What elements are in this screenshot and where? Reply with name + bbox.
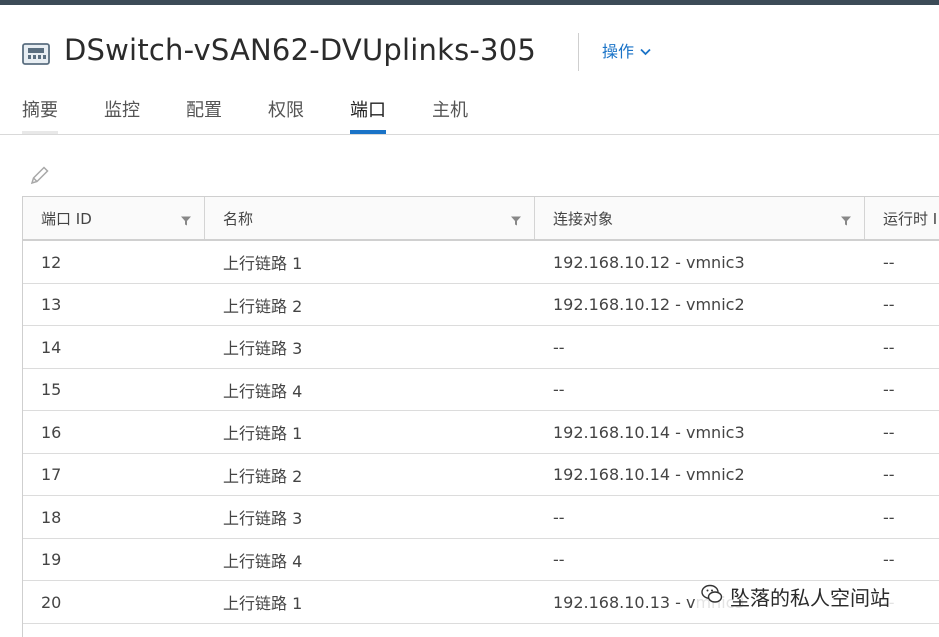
cell-runtime: --	[883, 550, 895, 569]
filter-icon[interactable]	[180, 213, 192, 226]
cell-port-id: 20	[41, 592, 62, 612]
cell-port-id: 13	[41, 295, 62, 314]
cell-connectee: 192.168.10.14 - vmnic2	[553, 465, 745, 484]
cell-runtime: --	[883, 252, 895, 272]
cell-runtime: --	[883, 295, 895, 314]
tab-bar: 摘要 监控 配置 权限 端口 主机	[0, 90, 939, 135]
column-header-connectee[interactable]: 连接对象	[535, 197, 865, 239]
cell-port-id: 19	[41, 550, 62, 569]
table-row[interactable]: 14 上行链路 3 -- --	[23, 326, 939, 369]
cell-name: 上行链路 3	[223, 509, 303, 528]
page-header: DSwitch-vSAN62-DVUplinks-305 操作	[0, 5, 939, 90]
cell-name: 上行链路 1	[223, 424, 303, 443]
cell-runtime: --	[883, 422, 895, 442]
tab-permissions[interactable]: 权限	[268, 96, 304, 134]
cell-connectee: 192.168.10.12 - vmnic3	[553, 252, 745, 272]
cell-connectee: 192.168.10.14 - vmnic3	[553, 422, 745, 442]
cell-runtime: --	[883, 465, 895, 484]
wechat-icon	[700, 582, 724, 611]
column-header-name[interactable]: 名称	[205, 197, 535, 239]
filter-icon[interactable]	[510, 213, 522, 226]
table-row[interactable]: 15 上行链路 4 -- --	[23, 369, 939, 411]
cell-connectee: --	[553, 550, 565, 569]
cell-port-id: 18	[41, 507, 62, 527]
chevron-down-icon	[640, 41, 651, 60]
cell-name: 上行链路 2	[223, 296, 303, 316]
distributed-switch-icon	[22, 41, 52, 67]
cell-port-id: 12	[41, 252, 62, 272]
cell-name: 上行链路 4	[223, 551, 303, 571]
cell-connectee: --	[553, 507, 565, 527]
cell-name: 上行链路 1	[223, 594, 303, 613]
cell-port-id: 17	[41, 465, 62, 484]
pencil-icon[interactable]	[28, 163, 52, 187]
actions-label: 操作	[602, 42, 635, 61]
table-row[interactable]: 17 上行链路 2 192.168.10.14 - vmnic2 --	[23, 454, 939, 496]
cell-connectee: --	[553, 337, 565, 357]
tab-summary[interactable]: 摘要	[22, 96, 58, 134]
cell-name: 上行链路 4	[223, 381, 303, 401]
cell-port-id: 16	[41, 422, 62, 442]
table-header: 端口 ID 名称 连接对象 运行时 I	[23, 197, 939, 241]
actions-menu-button[interactable]: 操作	[602, 38, 651, 62]
column-header-runtime[interactable]: 运行时 I	[865, 197, 939, 239]
table-row[interactable]: 18 上行链路 3 -- --	[23, 496, 939, 539]
cell-port-id: 14	[41, 337, 62, 357]
page-title: DSwitch-vSAN62-DVUplinks-305	[64, 33, 537, 67]
column-header-port-id[interactable]: 端口 ID	[23, 197, 205, 239]
tab-ports[interactable]: 端口	[350, 96, 386, 134]
cell-runtime: --	[883, 380, 895, 399]
table-row[interactable]: 13 上行链路 2 192.168.10.12 - vmnic2 --	[23, 284, 939, 326]
table-row[interactable]: 16 上行链路 1 192.168.10.14 - vmnic3 --	[23, 411, 939, 454]
cell-runtime: --	[883, 337, 895, 357]
cell-name: 上行链路 1	[223, 254, 303, 273]
cell-connectee: 192.168.10.12 - vmnic2	[553, 295, 745, 314]
filter-icon[interactable]	[840, 213, 852, 226]
cell-name: 上行链路 3	[223, 339, 303, 358]
cell-port-id: 15	[41, 380, 62, 399]
header-divider	[578, 33, 579, 71]
cell-runtime: --	[883, 507, 895, 527]
table-row[interactable]: 19 上行链路 4 -- --	[23, 539, 939, 581]
cell-connectee: --	[553, 380, 565, 399]
table-row[interactable]: 12 上行链路 1 192.168.10.12 - vmnic3 --	[23, 241, 939, 284]
tab-configure[interactable]: 配置	[186, 96, 222, 134]
tab-monitor[interactable]: 监控	[104, 96, 140, 134]
watermark-text: 坠落的私人空间站	[730, 586, 890, 610]
cell-name: 上行链路 2	[223, 466, 303, 486]
ports-table: 端口 ID 名称 连接对象 运行时 I 12 上行链路 1 192.168.10.1…	[22, 196, 939, 637]
tab-hosts[interactable]: 主机	[432, 96, 468, 134]
watermark: 坠落的私人空间站	[696, 582, 894, 611]
